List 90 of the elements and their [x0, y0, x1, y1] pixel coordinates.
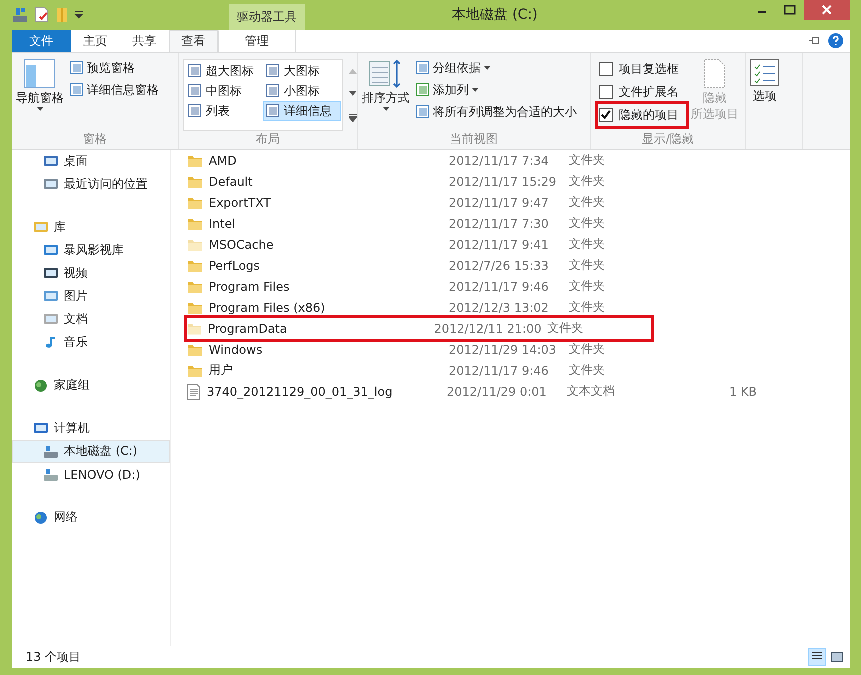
group-label: 窗格: [82, 131, 108, 148]
checkbox-option[interactable]: 文件扩展名: [599, 82, 685, 102]
context-tab-group: 驱动器工具: [229, 4, 305, 30]
view-command[interactable]: 添加列: [416, 81, 577, 99]
ribbon-tab[interactable]: 文件: [12, 30, 71, 52]
computer-icon: [12, 7, 28, 23]
view-icon: [188, 84, 202, 98]
group-label: 显示/隐藏: [640, 131, 696, 148]
file-row[interactable]: Default 2012/11/17 15:29 文件夹: [183, 171, 850, 192]
options-button[interactable]: 选项: [750, 59, 780, 149]
file-row[interactable]: Intel 2012/11/17 7:30 文件夹: [183, 213, 850, 234]
layout-option[interactable]: 小图标: [263, 81, 341, 101]
sidebar-item[interactable]: 暴风影视库: [12, 239, 170, 262]
layout-option[interactable]: 详细信息: [263, 101, 341, 121]
view-icon: [266, 104, 280, 118]
view-command[interactable]: 分组依据: [416, 59, 577, 77]
sidebar-item[interactable]: 家庭组: [12, 374, 170, 397]
window-title: 本地磁盘 (C:): [452, 6, 538, 24]
sidebar-item[interactable]: 桌面: [12, 150, 170, 173]
file-row[interactable]: 3740_20121129_00_01_31_log 2012/11/29 0:01 文本文档 1 KB: [183, 381, 850, 402]
drive-icon: [43, 468, 59, 482]
sidebar-item[interactable]: 本地磁盘 (C:): [12, 440, 170, 463]
columns-icon: [416, 61, 430, 75]
layout-option[interactable]: 超大图标: [185, 61, 263, 81]
sidebar-item[interactable]: 库: [12, 216, 170, 239]
dropdown-icon[interactable]: [74, 10, 84, 20]
ribbon-tab[interactable]: 查看: [169, 30, 218, 52]
close-icon: [822, 5, 832, 15]
pin-icon[interactable]: [808, 36, 822, 46]
checkbox-option[interactable]: 隐藏的项目: [599, 105, 685, 125]
layout-option[interactable]: 中图标: [185, 81, 263, 101]
view-icon: [266, 84, 280, 98]
expand-icon[interactable]: [349, 114, 357, 122]
checklist-icon: [750, 59, 780, 87]
view-icon: [266, 64, 280, 78]
globe-icon: [33, 510, 49, 524]
caret-icon: [472, 88, 479, 92]
view-command[interactable]: 将所有列调整为合适的大小: [416, 103, 577, 121]
columns-icon: [416, 83, 430, 97]
details-view-button[interactable]: [808, 648, 826, 666]
sort-icon: [369, 59, 403, 89]
file-row[interactable]: AMD 2012/11/17 7:34 文件夹: [183, 150, 850, 171]
group-label: 布局: [255, 131, 281, 148]
pane-icon: [70, 83, 84, 97]
file-row[interactable]: Windows 2012/11/29 14:03 文件夹: [183, 339, 850, 360]
close-button[interactable]: [804, 0, 850, 20]
text-file-icon: [187, 384, 201, 400]
file-row[interactable]: 用户 2012/11/17 9:46 文件夹: [183, 360, 850, 381]
view-icon: [188, 64, 202, 78]
checkbox-option[interactable]: 项目复选框: [599, 59, 685, 79]
sidebar-item[interactable]: LENOVO (D:): [12, 463, 170, 486]
pane-icon: [70, 61, 84, 75]
file-row[interactable]: MSOCache 2012/11/17 9:41 文件夹: [183, 234, 850, 255]
columns-icon: [416, 105, 430, 119]
view-icon: [188, 104, 202, 118]
list-icon: [812, 652, 822, 662]
desktop-icon: [43, 154, 59, 168]
monitor-icon: [33, 422, 49, 436]
item-count: 13 个项目: [26, 648, 82, 666]
file-row[interactable]: ProgramData 2012/12/11 21:00 文件夹: [187, 318, 651, 339]
layout-option[interactable]: 列表: [185, 101, 263, 121]
file-row[interactable]: PerfLogs 2012/7/26 15:33 文件夹: [183, 255, 850, 276]
caret-icon: [484, 66, 491, 70]
sidebar-item[interactable]: 文档: [12, 308, 170, 331]
help-icon[interactable]: [828, 33, 844, 49]
sidebar-item[interactable]: 最近访问的位置: [12, 173, 170, 196]
sidebar-item[interactable]: 图片: [12, 285, 170, 308]
sidebar-item[interactable]: 音乐: [12, 331, 170, 354]
properties-icon[interactable]: [34, 7, 50, 23]
file-row[interactable]: Program Files (x86) 2012/12/3 13:02 文件夹: [183, 297, 850, 318]
sidebar-item[interactable]: 网络: [12, 506, 170, 529]
file-row[interactable]: ExportTXT 2012/11/17 9:47 文件夹: [183, 192, 850, 213]
sidebar-item[interactable]: 计算机: [12, 417, 170, 440]
drive-icon: [43, 444, 59, 458]
pane-button[interactable]: 详细信息窗格: [70, 81, 159, 99]
scroll-down-icon[interactable]: [349, 90, 357, 97]
caret-icon: [36, 107, 44, 111]
sort-button[interactable]: 排序方式: [362, 59, 410, 131]
caret-icon: [382, 107, 390, 111]
pane-button[interactable]: 预览窗格: [70, 59, 159, 77]
layout-option[interactable]: 大图标: [263, 61, 341, 81]
file-row[interactable]: Program Files 2012/11/17 9:46 文件夹: [183, 276, 850, 297]
ribbon-tab[interactable]: 管理: [218, 30, 296, 52]
group-label: 当前视图: [449, 131, 499, 148]
maximize-icon: [784, 5, 796, 15]
navigation-pane-button[interactable]: 导航窗格: [16, 59, 64, 131]
checkmark-icon: [601, 110, 611, 120]
sidebar-item[interactable]: 视频: [12, 262, 170, 285]
thumbnail-icon: [831, 652, 843, 662]
pane-layout-icon: [24, 59, 56, 89]
